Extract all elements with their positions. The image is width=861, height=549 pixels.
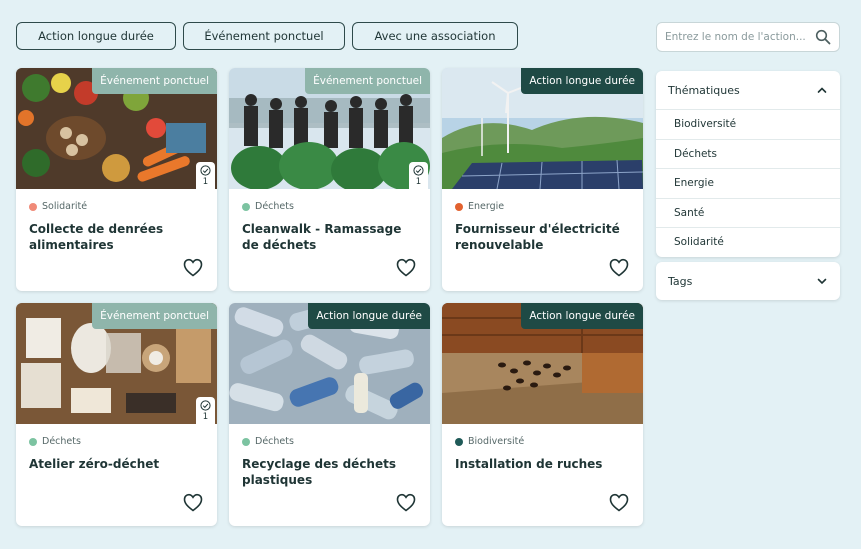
category-label: Solidarité <box>42 201 88 212</box>
thematique-item-energie[interactable]: Energie <box>656 168 840 198</box>
chevron-up-icon[interactable] <box>816 84 828 96</box>
participant-count-value: 1 <box>202 177 209 187</box>
card-type-badge: Événement ponctuel <box>92 303 217 329</box>
category-dot <box>242 202 250 211</box>
action-card[interactable]: Action longue durée Biodiversité Install… <box>442 303 643 526</box>
participant-count-value: 1 <box>415 177 422 187</box>
filter-bar: Action longue durée Événement ponctuel A… <box>16 22 518 50</box>
card-title: Recyclage des déchets plastiques <box>242 457 396 487</box>
card-title: Installation de ruches <box>455 457 603 471</box>
card-category: Solidarité <box>29 201 87 212</box>
category-label: Déchets <box>42 436 81 447</box>
action-card[interactable]: Événement ponctuel 1 Solidarité Collecte… <box>16 68 217 291</box>
check-circle-icon <box>200 165 211 176</box>
card-category: Energie <box>455 201 504 212</box>
category-dot <box>455 202 463 211</box>
card-type-badge: Action longue durée <box>521 68 643 94</box>
check-circle-icon <box>200 400 211 411</box>
heart-outline-icon[interactable] <box>609 258 629 277</box>
card-category: Déchets <box>242 201 294 212</box>
search-icon[interactable] <box>815 29 831 45</box>
thematique-item-biodiversite[interactable]: Biodiversité <box>656 109 840 139</box>
card-title: Fournisseur d'électricité renouvelable <box>455 222 620 252</box>
card-title: Collecte de denrées alimentaires <box>29 222 164 252</box>
participant-count-value: 1 <box>202 412 209 422</box>
participant-count: 1 <box>196 397 215 425</box>
card-title: Cleanwalk - Ramassage de déchets <box>242 222 402 252</box>
thematique-item-dechets[interactable]: Déchets <box>656 138 840 169</box>
heart-outline-icon[interactable] <box>183 493 203 512</box>
thematique-item-sante[interactable]: Santé <box>656 197 840 228</box>
search-input[interactable] <box>665 31 805 43</box>
filter-evenement-ponctuel-button[interactable]: Événement ponctuel <box>183 22 345 50</box>
heart-outline-icon[interactable] <box>183 258 203 277</box>
card-type-badge: Événement ponctuel <box>92 68 217 94</box>
category-dot <box>455 437 463 446</box>
tags-header[interactable]: Tags <box>656 262 840 300</box>
tags-panel: Tags <box>656 262 840 300</box>
thematiques-label: Thématiques <box>668 83 740 97</box>
action-card[interactable]: Événement ponctuel 1 Déchets Cleanwalk -… <box>229 68 430 291</box>
thematique-item-solidarite[interactable]: Solidarité <box>656 227 840 257</box>
category-label: Déchets <box>255 436 294 447</box>
card-type-badge: Action longue durée <box>308 303 430 329</box>
check-circle-icon <box>413 165 424 176</box>
participant-count: 1 <box>409 162 428 190</box>
action-card[interactable]: Action longue durée Déchets Recyclage de… <box>229 303 430 526</box>
filter-action-longue-duree-button[interactable]: Action longue durée <box>16 22 176 50</box>
category-dot <box>29 437 37 446</box>
card-type-badge: Événement ponctuel <box>305 68 430 94</box>
category-dot <box>29 202 37 211</box>
category-dot <box>242 437 250 446</box>
category-label: Biodiversité <box>468 436 525 447</box>
heart-outline-icon[interactable] <box>396 493 416 512</box>
action-card[interactable]: Événement ponctuel 1 Déchets Atelier zér… <box>16 303 217 526</box>
card-category: Déchets <box>29 436 81 447</box>
card-category: Déchets <box>242 436 294 447</box>
category-label: Déchets <box>255 201 294 212</box>
action-card[interactable]: Action longue durée Energie Fournisseur … <box>442 68 643 291</box>
filter-avec-association-button[interactable]: Avec une association <box>352 22 518 50</box>
thematiques-panel: Thématiques Biodiversité Déchets Energie… <box>656 71 840 257</box>
participant-count: 1 <box>196 162 215 190</box>
chevron-down-icon[interactable] <box>816 275 828 287</box>
tags-label: Tags <box>668 274 693 288</box>
card-category: Biodiversité <box>455 436 524 447</box>
card-type-badge: Action longue durée <box>521 303 643 329</box>
card-title: Atelier zéro-déchet <box>29 457 160 471</box>
heart-outline-icon[interactable] <box>396 258 416 277</box>
category-label: Energie <box>468 201 505 212</box>
search-box <box>656 22 840 52</box>
thematiques-header[interactable]: Thématiques <box>656 71 840 109</box>
heart-outline-icon[interactable] <box>609 493 629 512</box>
